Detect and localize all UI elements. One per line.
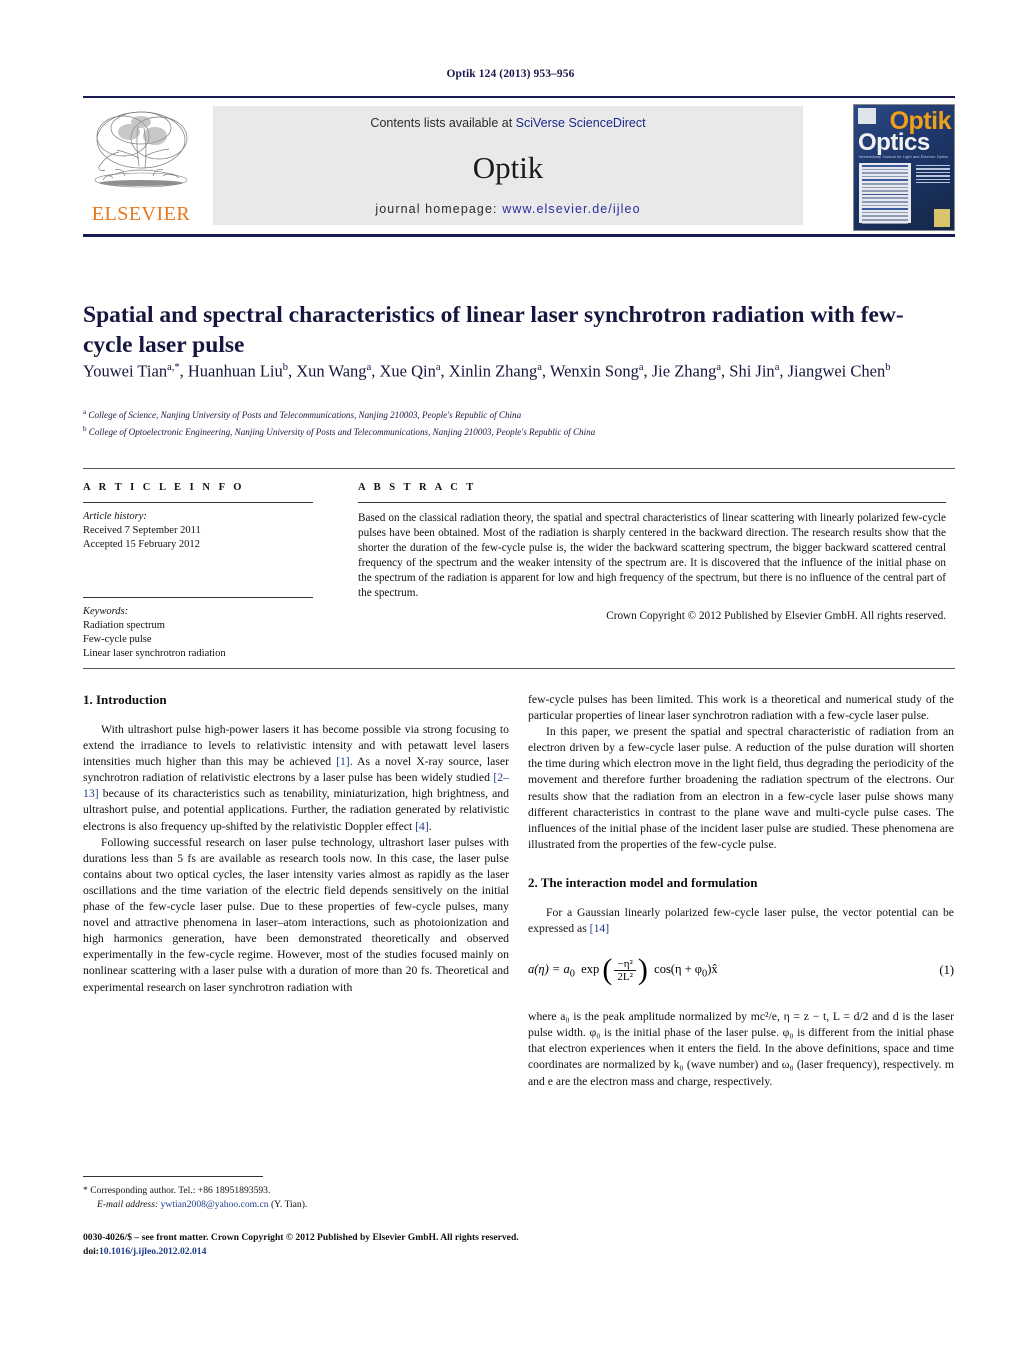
email-attribution: (Y. Tian). xyxy=(270,1198,308,1210)
author-list: Youwei Tiana,*, Huanhuan Liub, Xun Wanga… xyxy=(83,361,891,381)
imprint-line: 0030-4026/$ – see front matter. Crown Co… xyxy=(83,1232,519,1243)
sciencedirect-link[interactable]: SciVerse ScienceDirect xyxy=(516,116,646,130)
affiliation-b-text: College of Optoelectronic Engineering, N… xyxy=(88,426,596,437)
eq1-lhs-sub: 0 xyxy=(569,968,575,980)
section-1-paragraph-2: Following successful research on laser p… xyxy=(83,835,509,994)
keyword-2: Few-cycle pulse xyxy=(83,634,152,645)
section-1-paragraph-1: With ultrashort pulse high-power lasers … xyxy=(83,722,509,835)
footnote-rule xyxy=(83,1176,263,1177)
email-note: E-mail address: ywtian2008@yahoo.com.cn … xyxy=(83,1198,513,1212)
article-info-divider xyxy=(83,502,313,503)
eq1-numerator: −η² xyxy=(617,957,633,970)
section-2-paragraph-2: where a₀ is the peak amplitude normalize… xyxy=(528,1010,954,1088)
article-info-heading: A R T I C L E I N F O xyxy=(83,482,245,493)
cover-volume-badge xyxy=(934,209,950,227)
keyword-3: Linear laser synchrotron radiation xyxy=(83,648,226,659)
keywords: Keywords: Radiation spectrum Few-cycle p… xyxy=(83,605,313,661)
s1p1-part-c: because of its characteristics such as t… xyxy=(83,787,509,833)
eq1-denominator: 2L² xyxy=(614,969,636,983)
cover-subtitle: International Journal for Light and Elec… xyxy=(859,155,949,159)
article-received: Received 7 September 2011 xyxy=(83,525,201,536)
abstract-divider xyxy=(358,502,946,503)
doi-line: doi:10.1016/j.ijleo.2012.02.014 xyxy=(83,1245,783,1259)
equation-1-body: a(η) = a0 exp (−η² 2L²) cos(η + φ0)x̂ xyxy=(528,953,718,987)
body-column-left: 1. Introduction With ultrashort pulse hi… xyxy=(83,692,509,996)
section-2-paragraph-1: For a Gaussian linearly polarized few-cy… xyxy=(528,905,954,937)
email-link[interactable]: ywtian2008@yahoo.com.cn xyxy=(161,1199,269,1210)
cover-elsevier-mark-icon xyxy=(858,108,876,124)
running-head: Optik 124 (2013) 953–956 xyxy=(446,68,575,80)
masthead-rule-top xyxy=(83,96,955,98)
eq1-lhs: a(η) = a xyxy=(528,962,570,976)
eq1-cos-tail: )x̂ xyxy=(707,962,718,976)
equation-1-number: (1) xyxy=(939,963,954,978)
eq1-fraction: −η² 2L² xyxy=(614,958,636,983)
section-2-heading: 2. The interaction model and formulation xyxy=(528,874,758,890)
section-1-paragraph-2-continued: few-cycle pulses has been limited. This … xyxy=(528,693,954,723)
affiliations: a College of Science, Nanjing University… xyxy=(83,406,923,439)
abstract-copyright: Crown Copyright © 2012 Published by Else… xyxy=(606,609,946,622)
body-column-right: few-cycle pulses has been limited. This … xyxy=(528,692,954,1090)
eq1-paren-close: ) xyxy=(637,953,648,987)
citation-14[interactable]: [14] xyxy=(590,922,609,935)
elsevier-logo: ELSEVIER xyxy=(85,104,197,228)
doi-link[interactable]: 10.1016/j.ijleo.2012.02.014 xyxy=(99,1246,206,1257)
elsevier-wordmark: ELSEVIER xyxy=(91,203,191,225)
article-info-column: A R T I C L E I N F O Article history: R… xyxy=(83,482,313,661)
eq1-exp: exp xyxy=(581,962,600,976)
contents-prefix: Contents lists available at xyxy=(370,116,516,130)
homepage-prefix: journal homepage: xyxy=(375,202,503,216)
paper-page: Optik 124 (2013) 953–956 ELSEVIER Conten… xyxy=(0,0,1021,1351)
corresponding-author-note: * Corresponding author. Tel.: +86 189518… xyxy=(83,1185,271,1196)
info-rule-bottom xyxy=(83,668,955,669)
contents-available-line: Contents lists available at SciVerse Sci… xyxy=(213,116,803,130)
affiliation-a: a College of Science, Nanjing University… xyxy=(83,408,522,421)
journal-homepage-link[interactable]: www.elsevier.de/ijleo xyxy=(502,202,640,216)
eq1-paren-open: ( xyxy=(602,953,613,987)
journal-title: Optik xyxy=(472,150,544,185)
info-rule-top xyxy=(83,468,955,469)
citation-1[interactable]: [1] xyxy=(336,755,350,768)
eq1-cos: cos(η + φ xyxy=(654,962,703,976)
cover-title-optics: Optics xyxy=(858,129,930,156)
doi-label: doi: xyxy=(83,1245,99,1257)
abstract-text: Based on the classical radiation theory,… xyxy=(358,512,946,600)
journal-cover-thumbnail: Optik Optics International Journal for L… xyxy=(853,104,955,231)
imprint-block: 0030-4026/$ – see front matter. Crown Co… xyxy=(83,1231,783,1258)
page-title: Spatial and spectral characteristics of … xyxy=(83,301,904,358)
article-accepted: Accepted 15 February 2012 xyxy=(83,539,200,550)
section-1-heading: 1. Introduction xyxy=(83,692,167,707)
keywords-divider xyxy=(83,597,313,598)
keyword-1: Radiation spectrum xyxy=(83,620,165,631)
abstract-heading: A B S T R A C T xyxy=(358,482,477,493)
cover-contents-panel xyxy=(859,163,911,225)
article-history-label: Article history: xyxy=(83,511,147,522)
masthead-rule-bottom xyxy=(83,234,955,237)
affiliation-b: b College of Optoelectronic Engineering,… xyxy=(83,424,596,437)
abstract-column: A B S T R A C T Based on the classical r… xyxy=(358,482,946,622)
journal-masthead: ELSEVIER Contents lists available at Sci… xyxy=(83,96,955,237)
footnote-block: * Corresponding author. Tel.: +86 189518… xyxy=(83,1184,513,1211)
journal-homepage-line: journal homepage: www.elsevier.de/ijleo xyxy=(213,202,803,216)
keywords-label: Keywords: xyxy=(83,606,129,617)
equation-1: a(η) = a0 exp (−η² 2L²) cos(η + φ0)x̂ (1) xyxy=(528,953,954,993)
s1p1-part-d: . xyxy=(428,819,432,833)
cover-side-text xyxy=(916,163,950,185)
section-1-paragraph-3: In this paper, we present the spatial an… xyxy=(528,725,954,851)
contents-box: Contents lists available at SciVerse Sci… xyxy=(213,106,803,225)
elsevier-tree-icon xyxy=(94,111,188,188)
citation-4[interactable]: [4] xyxy=(415,820,429,833)
article-history: Article history: Received 7 September 20… xyxy=(83,510,313,552)
email-label: E-mail address: xyxy=(97,1198,159,1210)
affiliation-a-text: College of Science, Nanjing University o… xyxy=(88,410,522,421)
